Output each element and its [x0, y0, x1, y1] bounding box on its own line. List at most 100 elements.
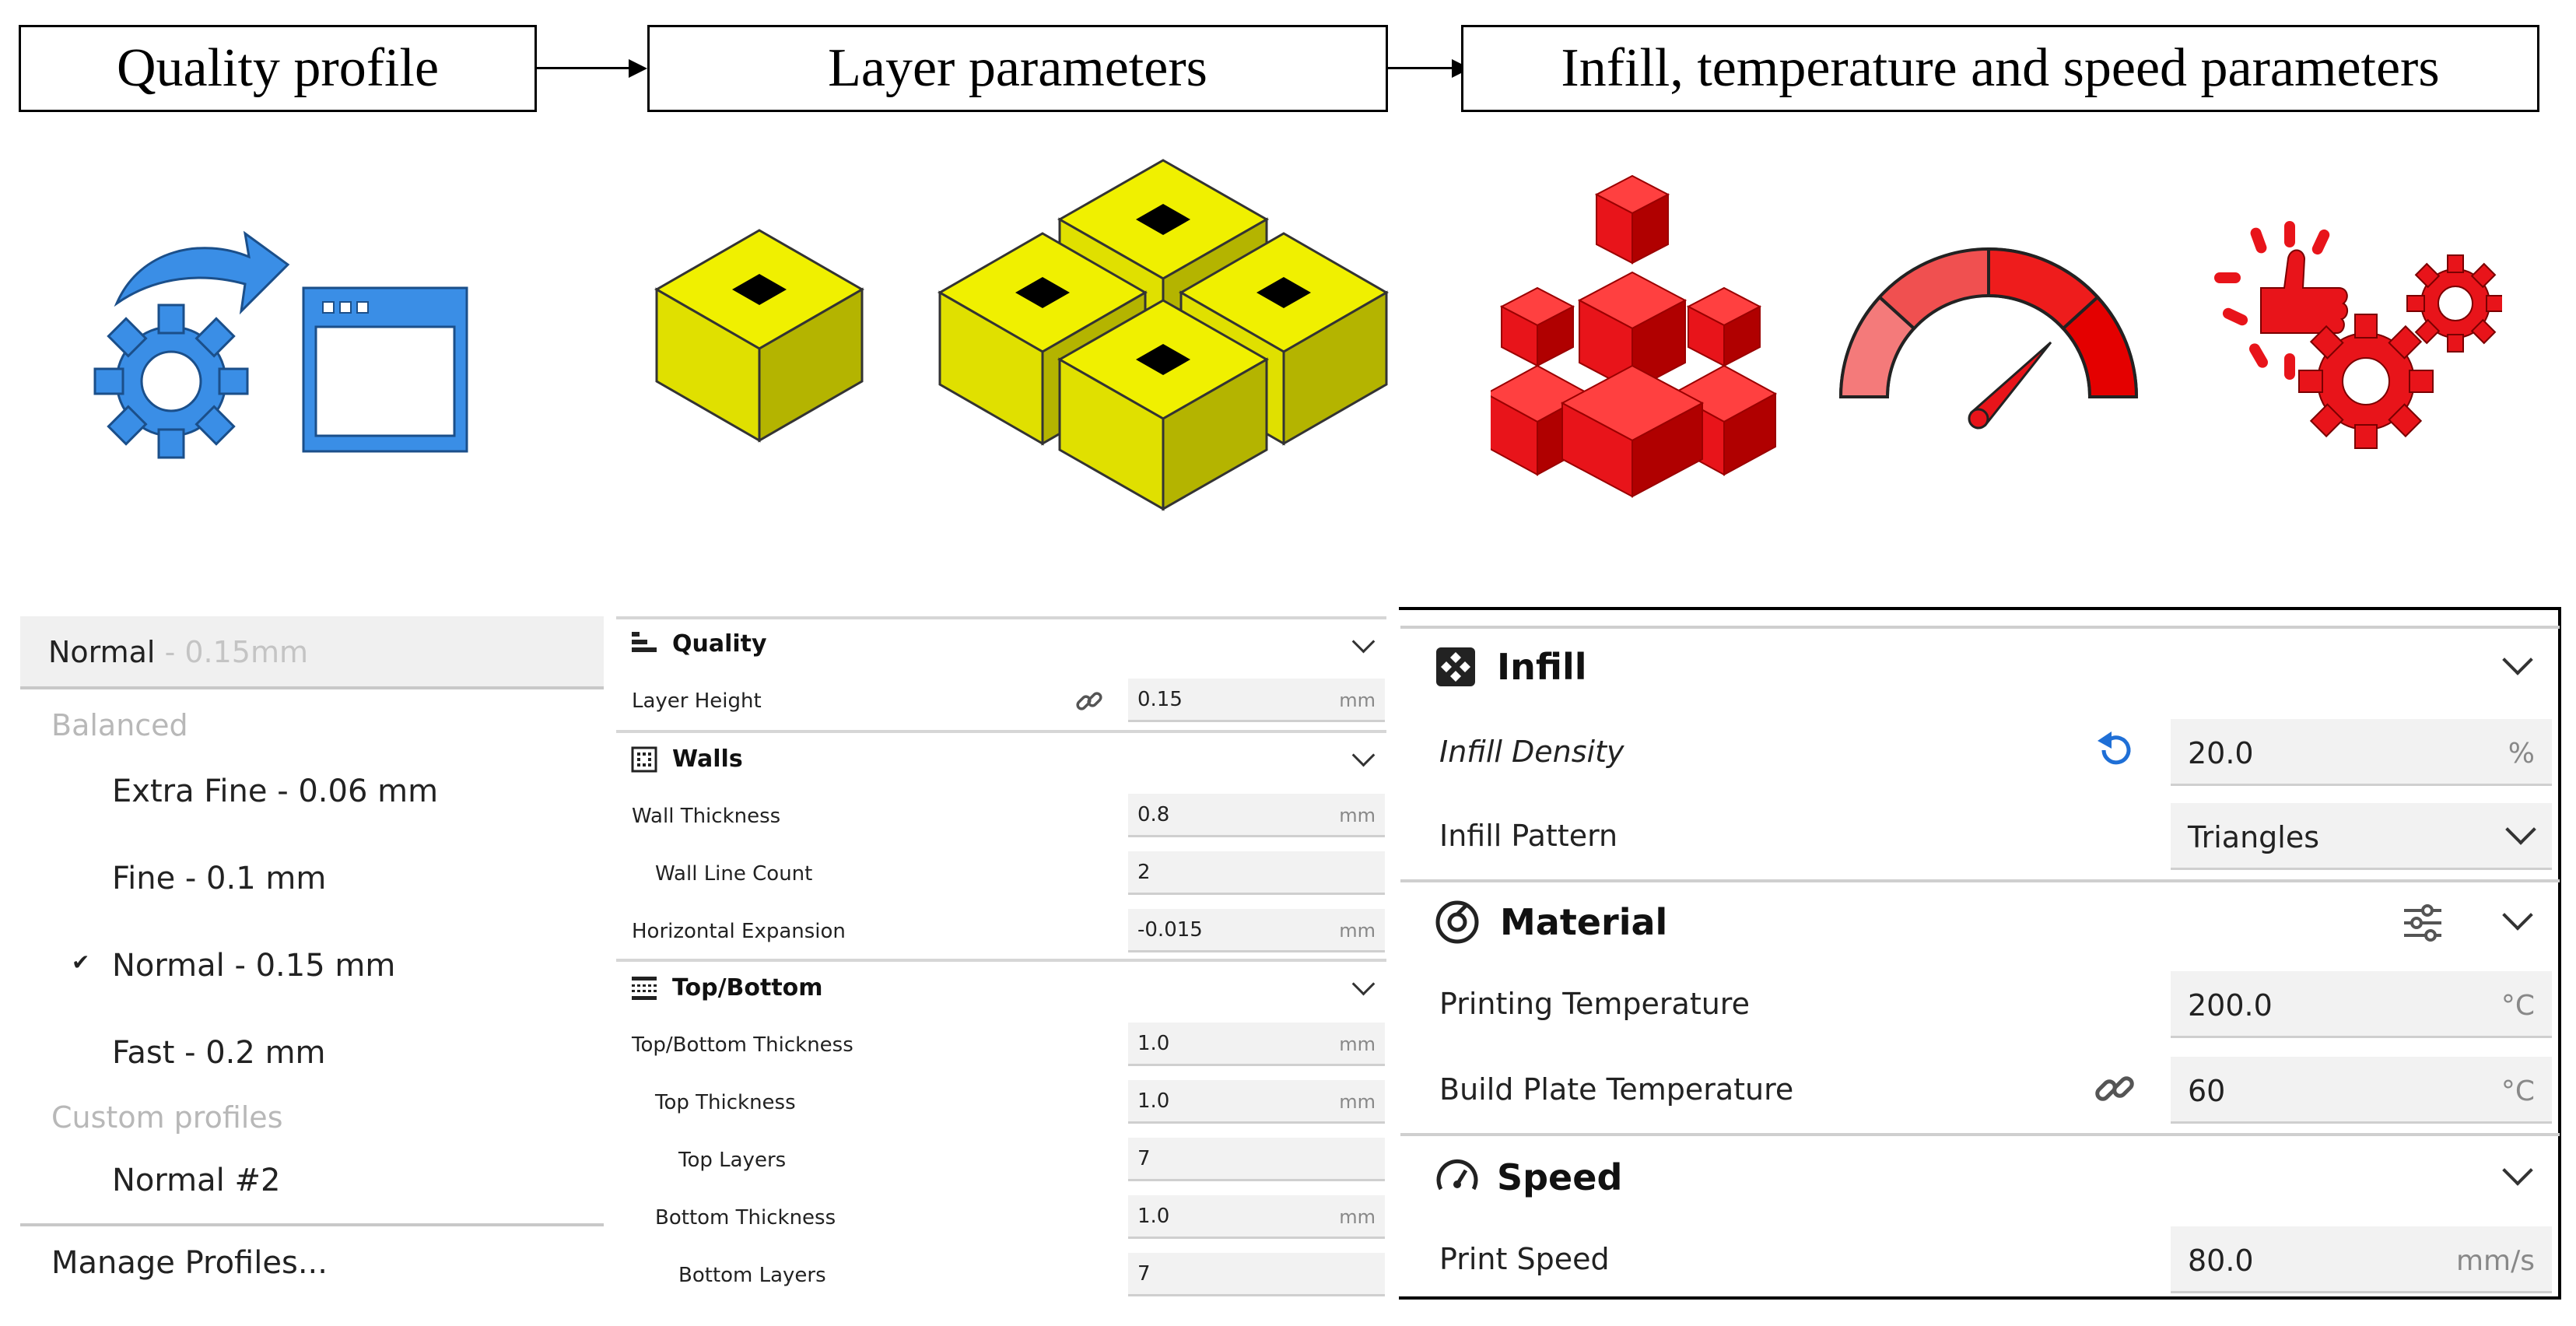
reset-icon[interactable] — [2093, 730, 2138, 775]
unit-mm: mm — [1339, 1091, 1376, 1113]
infill-icon — [1436, 647, 1475, 686]
layer-height-value: 0.15 — [1137, 688, 1183, 711]
profile-item-custom-normal2[interactable]: Normal #2 — [112, 1163, 280, 1198]
flow-step-infill-temp-speed: Infill, temperature and speed parameters — [1461, 25, 2539, 112]
unit-mm: mm — [1339, 1206, 1376, 1228]
top-layers-value: 7 — [1137, 1147, 1151, 1170]
profile-item-fast[interactable]: Fast - 0.2 mm — [112, 1035, 326, 1071]
profile-current-suffix: - 0.15mm — [155, 635, 309, 669]
divider — [1400, 1133, 2560, 1136]
profile-item-normal[interactable]: Normal - 0.15 mm — [112, 948, 395, 984]
divider — [1400, 879, 2560, 882]
bottom-layers-input[interactable]: 7 — [1128, 1253, 1385, 1296]
multi-cube-icon — [937, 159, 1390, 511]
profile-group-balanced: Balanced — [51, 708, 188, 742]
horizontal-expansion-value: -0.015 — [1137, 918, 1203, 942]
flow-step-label: Quality profile — [116, 38, 440, 98]
horizontal-expansion-label: Horizontal Expansion — [632, 920, 846, 943]
flow-step-quality-profile: Quality profile — [19, 25, 537, 112]
section-quality-title[interactable]: Quality — [672, 630, 767, 658]
infill-density-label: Infill Density — [1439, 735, 1624, 769]
top-thickness-input[interactable]: 1.0 mm — [1128, 1080, 1385, 1124]
profile-item-fine[interactable]: Fine - 0.1 mm — [112, 861, 326, 896]
gear-window-arrow-icon — [93, 230, 468, 459]
build-plate-temperature-input[interactable]: 60 °C — [2171, 1057, 2552, 1124]
profile-group-custom: Custom profiles — [51, 1100, 283, 1135]
top-layers-label: Top Layers — [678, 1149, 787, 1172]
top-bottom-thickness-value: 1.0 — [1137, 1032, 1170, 1055]
section-infill-title[interactable]: Infill — [1497, 646, 1587, 688]
unit-celsius: °C — [2501, 990, 2535, 1022]
divider — [616, 730, 1386, 733]
bottom-thickness-value: 1.0 — [1137, 1205, 1170, 1228]
infill-pattern-label: Infill Pattern — [1439, 819, 1618, 853]
print-speed-label: Print Speed — [1439, 1242, 1610, 1276]
profile-item-extra-fine[interactable]: Extra Fine - 0.06 mm — [112, 774, 438, 809]
section-material-title[interactable]: Material — [1500, 901, 1667, 943]
wall-thickness-label: Wall Thickness — [632, 805, 781, 828]
quality-icon — [632, 632, 657, 652]
flow-arrowhead — [629, 59, 647, 78]
divider — [20, 686, 604, 689]
unit-mm-per-s: mm/s — [2455, 1245, 2535, 1277]
wall-thickness-value: 0.8 — [1137, 803, 1170, 826]
chevron-down-icon — [2505, 814, 2536, 845]
top-bottom-thickness-input[interactable]: 1.0 mm — [1128, 1023, 1385, 1066]
link-icon[interactable] — [1074, 686, 1105, 717]
print-speed-value: 80.0 — [2188, 1244, 2254, 1278]
speed-icon — [1436, 1159, 1478, 1191]
flow-step-label: Layer parameters — [828, 38, 1207, 98]
link-icon[interactable] — [2093, 1068, 2138, 1113]
manage-profiles-button[interactable]: Manage Profiles... — [51, 1245, 328, 1281]
horizontal-expansion-input[interactable]: -0.015 mm — [1128, 909, 1385, 952]
unit-mm: mm — [1339, 920, 1376, 942]
unit-mm: mm — [1339, 805, 1376, 826]
bottom-thickness-input[interactable]: 1.0 mm — [1128, 1195, 1385, 1239]
flow-step-layer-parameters: Layer parameters — [647, 25, 1388, 112]
unit-percent: % — [2508, 738, 2535, 770]
top-bottom-icon — [632, 977, 657, 1000]
wall-line-count-label: Wall Line Count — [655, 862, 813, 886]
section-speed-title[interactable]: Speed — [1497, 1156, 1622, 1198]
walls-icon — [631, 746, 657, 773]
unit-mm: mm — [1339, 1033, 1376, 1055]
infill-pattern-value: Triangles — [2188, 820, 2320, 854]
unit-mm: mm — [1339, 689, 1376, 711]
bottom-layers-label: Bottom Layers — [678, 1264, 826, 1287]
divider — [1400, 626, 2560, 629]
layer-height-label: Layer Height — [632, 689, 762, 713]
printing-temperature-label: Printing Temperature — [1439, 987, 1750, 1021]
speedometer-icon — [1838, 247, 2139, 430]
infill-pattern-select[interactable]: Triangles — [2171, 803, 2552, 870]
top-thickness-value: 1.0 — [1137, 1089, 1170, 1113]
flow-arrow — [1388, 67, 1453, 69]
chevron-down-icon[interactable] — [1351, 972, 1376, 996]
build-plate-temperature-value: 60 — [2188, 1074, 2226, 1108]
printing-temperature-input[interactable]: 200.0 °C — [2171, 971, 2552, 1038]
checkmark-icon: ✔ — [72, 949, 90, 975]
top-layers-input[interactable]: 7 — [1128, 1138, 1385, 1181]
build-plate-temperature-label: Build Plate Temperature — [1439, 1072, 1794, 1107]
infill-density-input[interactable]: 20.0 % — [2171, 719, 2552, 786]
bottom-layers-value: 7 — [1137, 1262, 1151, 1286]
print-speed-input[interactable]: 80.0 mm/s — [2171, 1226, 2552, 1293]
chevron-down-icon[interactable] — [1351, 630, 1376, 654]
flow-step-label: Infill, temperature and speed parameters — [1561, 38, 2440, 98]
top-thickness-label: Top Thickness — [655, 1091, 796, 1114]
wall-line-count-value: 2 — [1137, 861, 1151, 884]
profile-current-name: Normal — [48, 635, 156, 669]
chevron-down-icon[interactable] — [1351, 743, 1376, 767]
settings-sliders-icon[interactable] — [2401, 901, 2445, 945]
wall-thickness-input[interactable]: 0.8 mm — [1128, 794, 1385, 837]
wall-line-count-input[interactable]: 2 — [1128, 851, 1385, 895]
layer-height-input[interactable]: 0.15 mm — [1128, 679, 1385, 722]
unit-celsius: °C — [2501, 1075, 2535, 1107]
flow-arrow — [537, 67, 630, 69]
gears-thumbs-up-icon — [2214, 221, 2502, 449]
profile-current[interactable]: Normal - 0.15mm — [48, 635, 308, 669]
section-walls-title[interactable]: Walls — [672, 745, 743, 773]
red-cubes-icon — [1491, 174, 1778, 498]
section-top-bottom-title[interactable]: Top/Bottom — [672, 974, 823, 1002]
divider — [616, 959, 1386, 962]
top-bottom-thickness-label: Top/Bottom Thickness — [632, 1033, 853, 1057]
